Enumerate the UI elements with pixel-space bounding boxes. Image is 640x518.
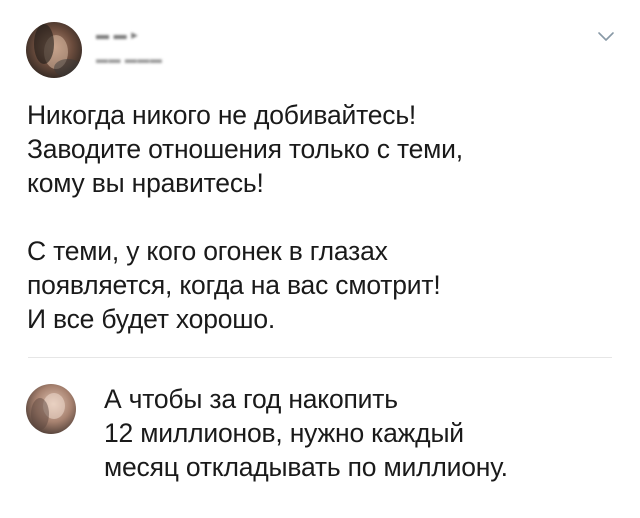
author-avatar[interactable] [26,22,82,78]
author-avatar-image [26,22,82,78]
tweet-line: И все будет хорошо. [27,304,276,334]
chevron-down-icon[interactable] [596,30,616,44]
tweet-line: С теми, у кого огонек в глазах [27,236,388,266]
reply-line: А чтобы за год накопить [104,384,398,414]
author-handle[interactable]: ▬▬ ▬▬▬ [96,52,162,66]
reply-avatar-image [26,384,76,434]
tweet-card: ▬ ▬ ▸ ▬▬ ▬▬▬ Никогда никого не добивайте… [0,0,640,518]
reply-line: месяц откладывать по миллиону. [104,452,508,482]
divider [28,357,612,358]
reply-line: 12 миллионов, нужно каждый [104,418,464,448]
reply-text: А чтобы за год накопить 12 миллионов, ну… [104,382,624,484]
tweet-line: кому вы нравитесь! [27,168,264,198]
tweet-line: Заводите отношения только с теми, [27,134,463,164]
tweet-line: появляется, когда на вас смотрит! [27,270,441,300]
reply-avatar[interactable] [26,384,76,434]
author-name[interactable]: ▬ ▬ ▸ [96,27,138,43]
tweet-text: Никогда никого не добивайтесь! Заводите … [27,98,617,336]
tweet-line: Никогда никого не добивайтесь! [27,100,417,130]
